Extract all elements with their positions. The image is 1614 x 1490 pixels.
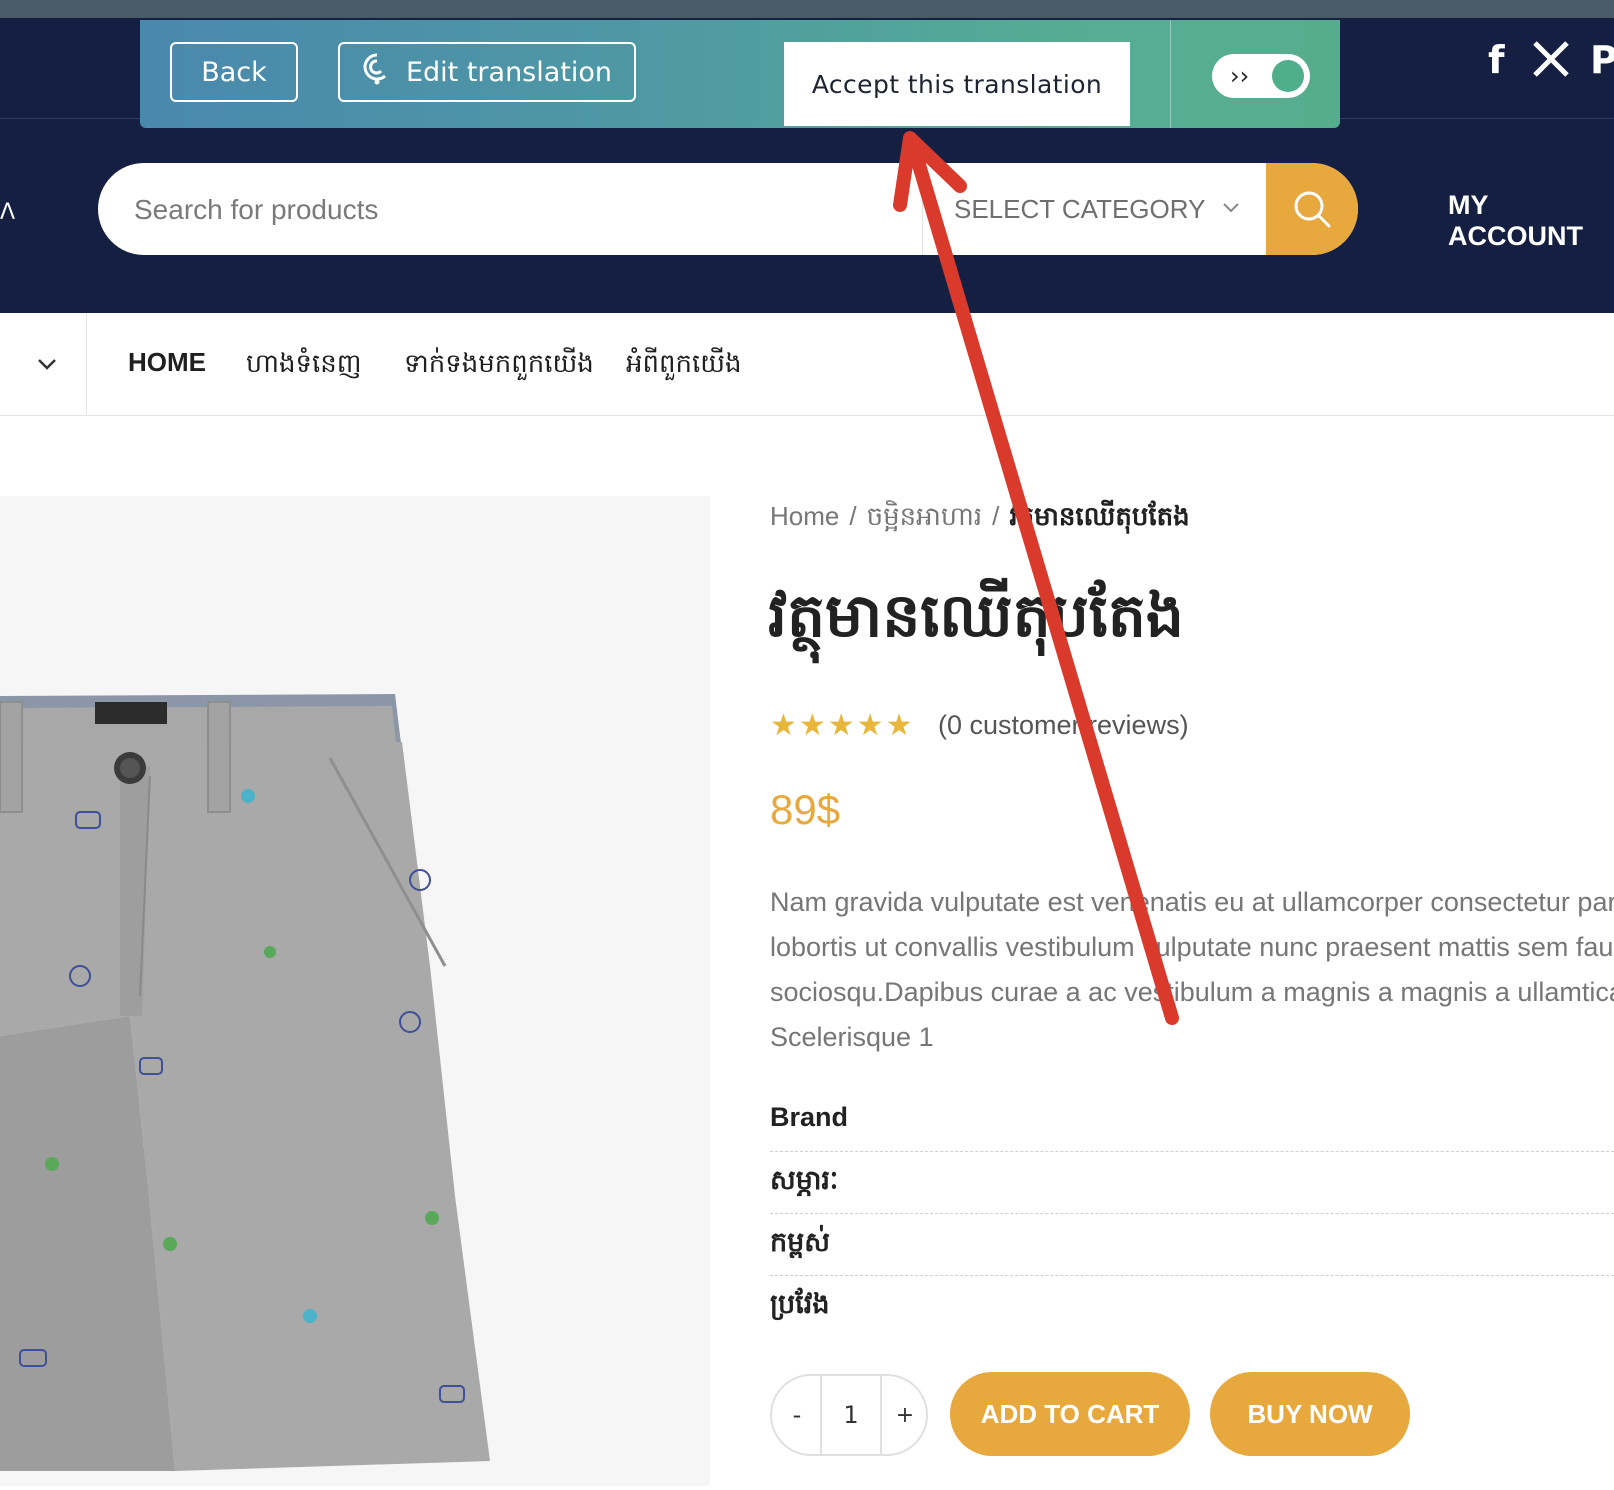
nav-item-home[interactable]: HOME [128, 347, 206, 378]
nav-item-about[interactable]: អំពីពួកយើង [626, 347, 742, 385]
reviews-link[interactable]: (0 customer reviews) [938, 710, 1189, 741]
translation-toggle[interactable]: ›› [1212, 54, 1310, 98]
attribute-label: Brand [770, 1102, 849, 1132]
attribute-label: កម្ពស់ [770, 1227, 830, 1257]
back-button-label: Back [201, 56, 267, 88]
quantity-input[interactable]: 1 [820, 1376, 882, 1454]
attribute-row: ប្រវែង [770, 1276, 1614, 1338]
breadcrumb-separator: / [849, 501, 857, 531]
attribute-row: សម្ភារៈ [770, 1152, 1614, 1214]
toggle-knob [1272, 60, 1304, 92]
x-icon[interactable] [1532, 40, 1570, 87]
product-image[interactable] [0, 496, 710, 1486]
facebook-icon[interactable]: f [1488, 38, 1505, 82]
description-line: Scelerisque 1 [770, 1022, 934, 1052]
quantity-stepper: - 1 + [770, 1374, 928, 1456]
breadcrumb-home[interactable]: Home [770, 501, 839, 531]
attribute-row: កម្ពស់ [770, 1214, 1614, 1276]
description-line: Nam gravida vulputate est venenatis eu a… [770, 887, 1614, 917]
buy-now-label: BUY NOW [1247, 1398, 1373, 1429]
attribute-label: ប្រវែង [770, 1289, 830, 1319]
product-price: 89$ [770, 786, 841, 833]
attribute-label: សម្ភារៈ [770, 1165, 839, 1195]
edit-translation-label: Edit translation [405, 56, 613, 88]
buy-now-button[interactable]: BUY NOW [1210, 1372, 1410, 1456]
chevron-down-icon [1223, 203, 1239, 213]
description-line: sociosqu.Dapibus curae a ac vestibulum a… [770, 977, 1614, 1007]
search-bar: SELECT CATEGORY [98, 163, 1358, 255]
search-button[interactable] [1266, 163, 1358, 255]
pinterest-icon[interactable]: P [1590, 38, 1614, 82]
add-to-cart-button[interactable]: ADD TO CART [950, 1372, 1190, 1456]
rating-stars: ★★★★★ [770, 708, 915, 743]
breadcrumb-current: វត្ថុមានឈើតុបតែង [1009, 501, 1190, 531]
back-button[interactable]: Back [170, 42, 298, 102]
product-description: Nam gravida vulputate est venenatis eu a… [770, 880, 1614, 1060]
nav-item-shop[interactable]: ហាងទំនេញ [246, 347, 362, 385]
translation-toolbar: Back Edit translation Accept this transl… [140, 20, 1340, 128]
description-line: lobortis ut convallis vestibulum vulputa… [770, 932, 1614, 962]
translate-icon [362, 52, 392, 93]
breadcrumb-category[interactable]: ចម្អិនអាហារ [867, 501, 983, 531]
logo-fragment: Λ [0, 200, 16, 225]
quantity-increase-button[interactable]: + [882, 1376, 928, 1454]
search-input[interactable] [132, 163, 926, 255]
edit-translation-button[interactable]: Edit translation [338, 42, 636, 102]
accept-translation-label: Accept this translation [811, 69, 1103, 99]
quantity-decrease-button[interactable]: - [772, 1376, 822, 1454]
category-select-label: SELECT CATEGORY [954, 193, 1206, 224]
chevron-down-icon[interactable] [32, 349, 62, 379]
breadcrumb: Home / ចម្អិនអាហារ / វត្ថុមានឈើតុបតែង [770, 500, 1190, 538]
category-separator [922, 163, 923, 255]
accept-translation-button[interactable]: Accept this translation [784, 42, 1130, 126]
main-nav: HOME ហាងទំនេញ ទាក់ទងមកពួកយើង អំពីពួកយើង [0, 313, 1614, 416]
add-to-cart-label: ADD TO CART [980, 1398, 1160, 1429]
chevron-right-icon: ›› [1230, 62, 1250, 90]
category-select[interactable]: SELECT CATEGORY [954, 163, 1205, 255]
my-account-link[interactable]: MY ACCOUNT [1448, 190, 1614, 252]
breadcrumb-separator: / [992, 501, 1000, 531]
browser-top-strip [0, 0, 1614, 18]
toolbar-separator [1170, 20, 1171, 128]
attribute-row: Brand [770, 1090, 1614, 1152]
nav-item-contact[interactable]: ទាក់ទងមកពួកយើង [404, 347, 594, 385]
nav-divider [86, 313, 87, 415]
shorts-image [0, 694, 490, 1471]
product-title: វត្ថុមានឈើតុបតែង [768, 581, 1185, 651]
search-icon [1294, 191, 1331, 228]
